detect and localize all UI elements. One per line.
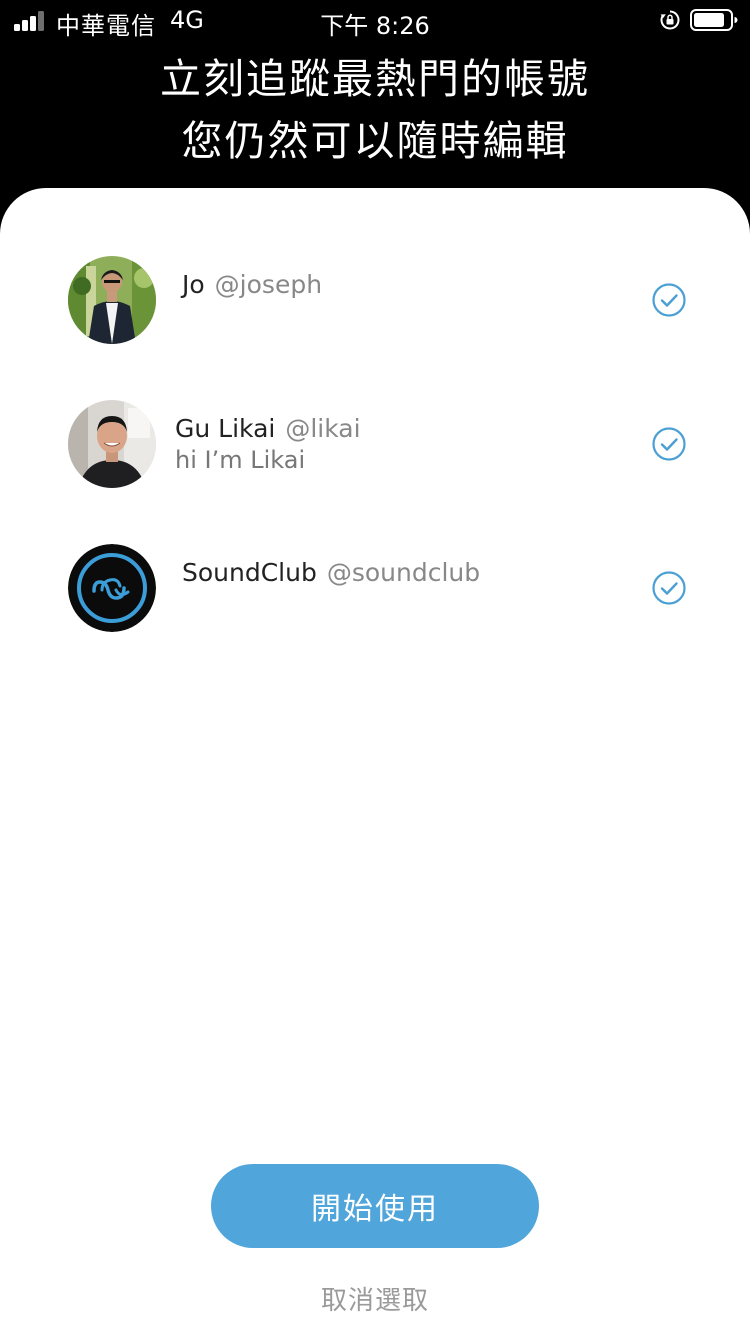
page-title-line-2: 您仍然可以隨時編輯 [181, 117, 569, 165]
account-handle: @joseph [214, 270, 323, 299]
account-name-line: Gu Likai @likai [175, 414, 361, 443]
status-bar: 中華電信 4G 下午 8:26 [0, 0, 750, 40]
page-title: 立刻追蹤最熱門的帳號 您仍然可以隨時編輯 [0, 48, 750, 172]
start-button[interactable]: 開始使用 [211, 1164, 539, 1248]
account-name-line: SoundClub @soundclub [182, 558, 480, 587]
avatar [68, 256, 156, 344]
account-row[interactable]: SoundClub @soundclub [0, 538, 750, 638]
suggested-accounts-sheet [0, 188, 750, 1334]
page-title-line-1: 立刻追蹤最熱門的帳號 [160, 55, 590, 103]
rotation-lock-icon [660, 10, 680, 30]
account-handle: @likai [285, 414, 361, 443]
account-bio: hi I’m Likai [175, 446, 306, 474]
avatar [68, 400, 156, 488]
account-row[interactable]: Gu Likai @likai hi I’m Likai [0, 394, 750, 494]
account-name-line: Jo @joseph [182, 270, 322, 299]
soundclub-logo-avatar [68, 544, 156, 632]
account-handle: @soundclub [326, 558, 481, 587]
account-name: SoundClub [182, 558, 317, 587]
account-row[interactable]: Jo @joseph [0, 250, 750, 350]
deselect-all-link[interactable]: 取消選取 [0, 1280, 750, 1317]
account-name: Jo [182, 270, 205, 299]
check-circle-icon[interactable] [652, 571, 686, 605]
account-name: Gu Likai [175, 414, 276, 443]
check-circle-icon[interactable] [652, 283, 686, 317]
check-circle-icon[interactable] [652, 427, 686, 461]
clock: 下午 8:26 [320, 12, 430, 40]
battery-icon [690, 9, 738, 31]
